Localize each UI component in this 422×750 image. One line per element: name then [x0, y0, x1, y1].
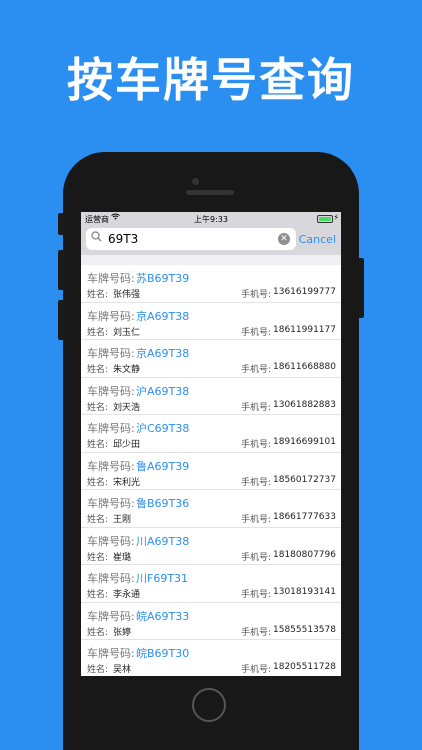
owner-name: 崔璐: [113, 552, 132, 563]
phone-label: 手机号:: [241, 627, 272, 638]
phone-number: 15855513578: [273, 624, 336, 635]
phone-label: 手机号:: [241, 477, 272, 488]
owner-name: 朱文静: [113, 365, 141, 375]
phone-label: 手机号:: [241, 290, 272, 300]
phone-screen: 运营商 上午9:33 ⚡ 69T3 ✕ Cancel 车牌号码: 苏B69T39 姓…: [81, 212, 341, 676]
phone-label: 手机号:: [241, 365, 272, 375]
name-label: 姓名:: [87, 402, 109, 413]
plate-label: 车牌号码:: [87, 497, 135, 510]
plate-number: 苏B69T39: [136, 272, 190, 285]
name-label: 姓名:: [87, 552, 109, 563]
name-label: 姓名:: [87, 327, 109, 338]
plate-number: 川A69T38: [136, 534, 190, 548]
battery-icon: [317, 215, 333, 223]
phone-number: 18205511728: [273, 662, 336, 672]
plate-label: 车牌号码:: [87, 459, 135, 473]
volume-up-button: [58, 250, 64, 290]
cancel-button[interactable]: Cancel: [299, 233, 336, 246]
name-label: 姓名:: [87, 365, 109, 375]
list-item[interactable]: 车牌号码: 京A69T38 姓名: 朱文静 手机号: 18611668880: [81, 340, 341, 378]
plate-number: 京A69T38: [136, 347, 190, 360]
plate-label: 车牌号码:: [87, 534, 135, 548]
plate-label: 车牌号码:: [87, 609, 135, 623]
status-bar: 运营商 上午9:33 ⚡: [81, 212, 341, 225]
name-label: 姓名:: [87, 515, 109, 525]
phone-number: 18180807796: [273, 549, 336, 560]
list-item[interactable]: 车牌号码: 京A69T38 姓名: 刘玉仁 手机号: 18611991177: [81, 303, 341, 340]
owner-name: 刘玉仁: [113, 327, 141, 338]
plate-number: 京A69T38: [136, 309, 190, 323]
phone-number: 18916699101: [273, 437, 336, 447]
plate-number: 沪C69T38: [136, 422, 190, 435]
plate-number: 川F69T31: [136, 572, 189, 585]
plate-number: 沪A69T38: [136, 384, 190, 398]
list-item[interactable]: 车牌号码: 鲁A69T39 姓名: 宋利光 手机号: 18560172737: [81, 453, 341, 490]
list-item[interactable]: 车牌号码: 川F69T31 姓名: 李永通 手机号: 13018193141: [81, 565, 341, 603]
plate-number: 鲁B69T36: [136, 497, 190, 510]
owner-name: 吴林: [113, 665, 132, 675]
phone-number: 13018193141: [273, 587, 336, 597]
name-label: 姓名:: [87, 590, 109, 600]
owner-name: 张婷: [113, 627, 132, 638]
status-time: 上午9:33: [194, 215, 228, 224]
plate-number: 皖B69T30: [136, 647, 190, 660]
name-label: 姓名:: [87, 290, 109, 300]
phone-number: 18661777633: [273, 512, 336, 522]
owner-name: 刘天浩: [113, 402, 141, 413]
name-label: 姓名:: [87, 627, 109, 638]
phone-number: 18560172737: [273, 474, 336, 485]
list-item[interactable]: 车牌号码: 沪C69T38 姓名: 邱少田 手机号: 18916699101: [81, 415, 341, 453]
front-camera: [192, 178, 199, 185]
name-label: 姓名:: [87, 665, 109, 675]
results-list: 车牌号码: 苏B69T39 姓名: 张伟强 手机号: 13616199777 车牌号码: 京A…: [81, 265, 341, 676]
plate-label: 车牌号码:: [87, 384, 135, 398]
plate-label: 车牌号码:: [87, 572, 135, 585]
home-button[interactable]: [192, 688, 226, 722]
search-icon: [91, 231, 102, 245]
mute-switch: [58, 213, 64, 235]
name-label: 姓名:: [87, 477, 109, 488]
owner-name: 邱少田: [113, 440, 141, 450]
phone-number: 18611991177: [273, 324, 336, 335]
plate-label: 车牌号码:: [87, 647, 135, 660]
name-label: 姓名:: [87, 440, 109, 450]
plate-number: 皖A69T33: [136, 609, 190, 623]
page-headline: 按车牌号查询: [67, 53, 355, 107]
list-header-gap: [81, 255, 341, 265]
volume-down-button: [58, 300, 64, 340]
phone-number: 13061882883: [273, 399, 336, 410]
phone-label: 手机号:: [241, 590, 272, 600]
phone-label: 手机号:: [241, 440, 272, 450]
list-item[interactable]: 车牌号码: 苏B69T39 姓名: 张伟强 手机号: 13616199777: [81, 265, 341, 303]
list-item[interactable]: 车牌号码: 川A69T38 姓名: 崔璐 手机号: 18180807796: [81, 528, 341, 565]
owner-name: 李永通: [113, 590, 141, 600]
search-input[interactable]: 69T3 ✕: [86, 228, 296, 250]
list-item[interactable]: 车牌号码: 沪A69T38 姓名: 刘天浩 手机号: 13061882883: [81, 378, 341, 415]
list-item[interactable]: 车牌号码: 皖A69T33 姓名: 张婷 手机号: 15855513578: [81, 603, 341, 640]
earpiece-speaker: [186, 190, 234, 195]
phone-number: 13616199777: [273, 287, 336, 297]
plate-label: 车牌号码:: [87, 422, 135, 435]
phone-label: 手机号:: [241, 402, 272, 413]
list-item[interactable]: 车牌号码: 鲁B69T36 姓名: 王刚 手机号: 18661777633: [81, 490, 341, 528]
plate-label: 车牌号码:: [87, 347, 135, 360]
search-bar: 69T3 ✕ Cancel: [81, 225, 341, 255]
list-item[interactable]: 车牌号码: 皖B69T30 姓名: 吴林 手机号: 18205511728: [81, 640, 341, 676]
owner-name: 宋利光: [113, 477, 141, 488]
phone-label: 手机号:: [241, 515, 272, 525]
power-button: [358, 258, 364, 318]
charging-icon: ⚡: [333, 213, 339, 222]
phone-label: 手机号:: [241, 327, 272, 338]
plate-label: 车牌号码:: [87, 309, 135, 323]
phone-label: 手机号:: [241, 552, 272, 563]
plate-number: 鲁A69T39: [136, 459, 190, 473]
owner-name: 王刚: [113, 515, 132, 525]
search-input-value: 69T3: [108, 232, 139, 246]
phone-label: 手机号:: [241, 665, 272, 675]
owner-name: 张伟强: [113, 290, 141, 300]
clear-icon[interactable]: ✕: [278, 233, 290, 245]
phone-number: 18611668880: [273, 362, 336, 372]
plate-label: 车牌号码:: [87, 272, 135, 285]
